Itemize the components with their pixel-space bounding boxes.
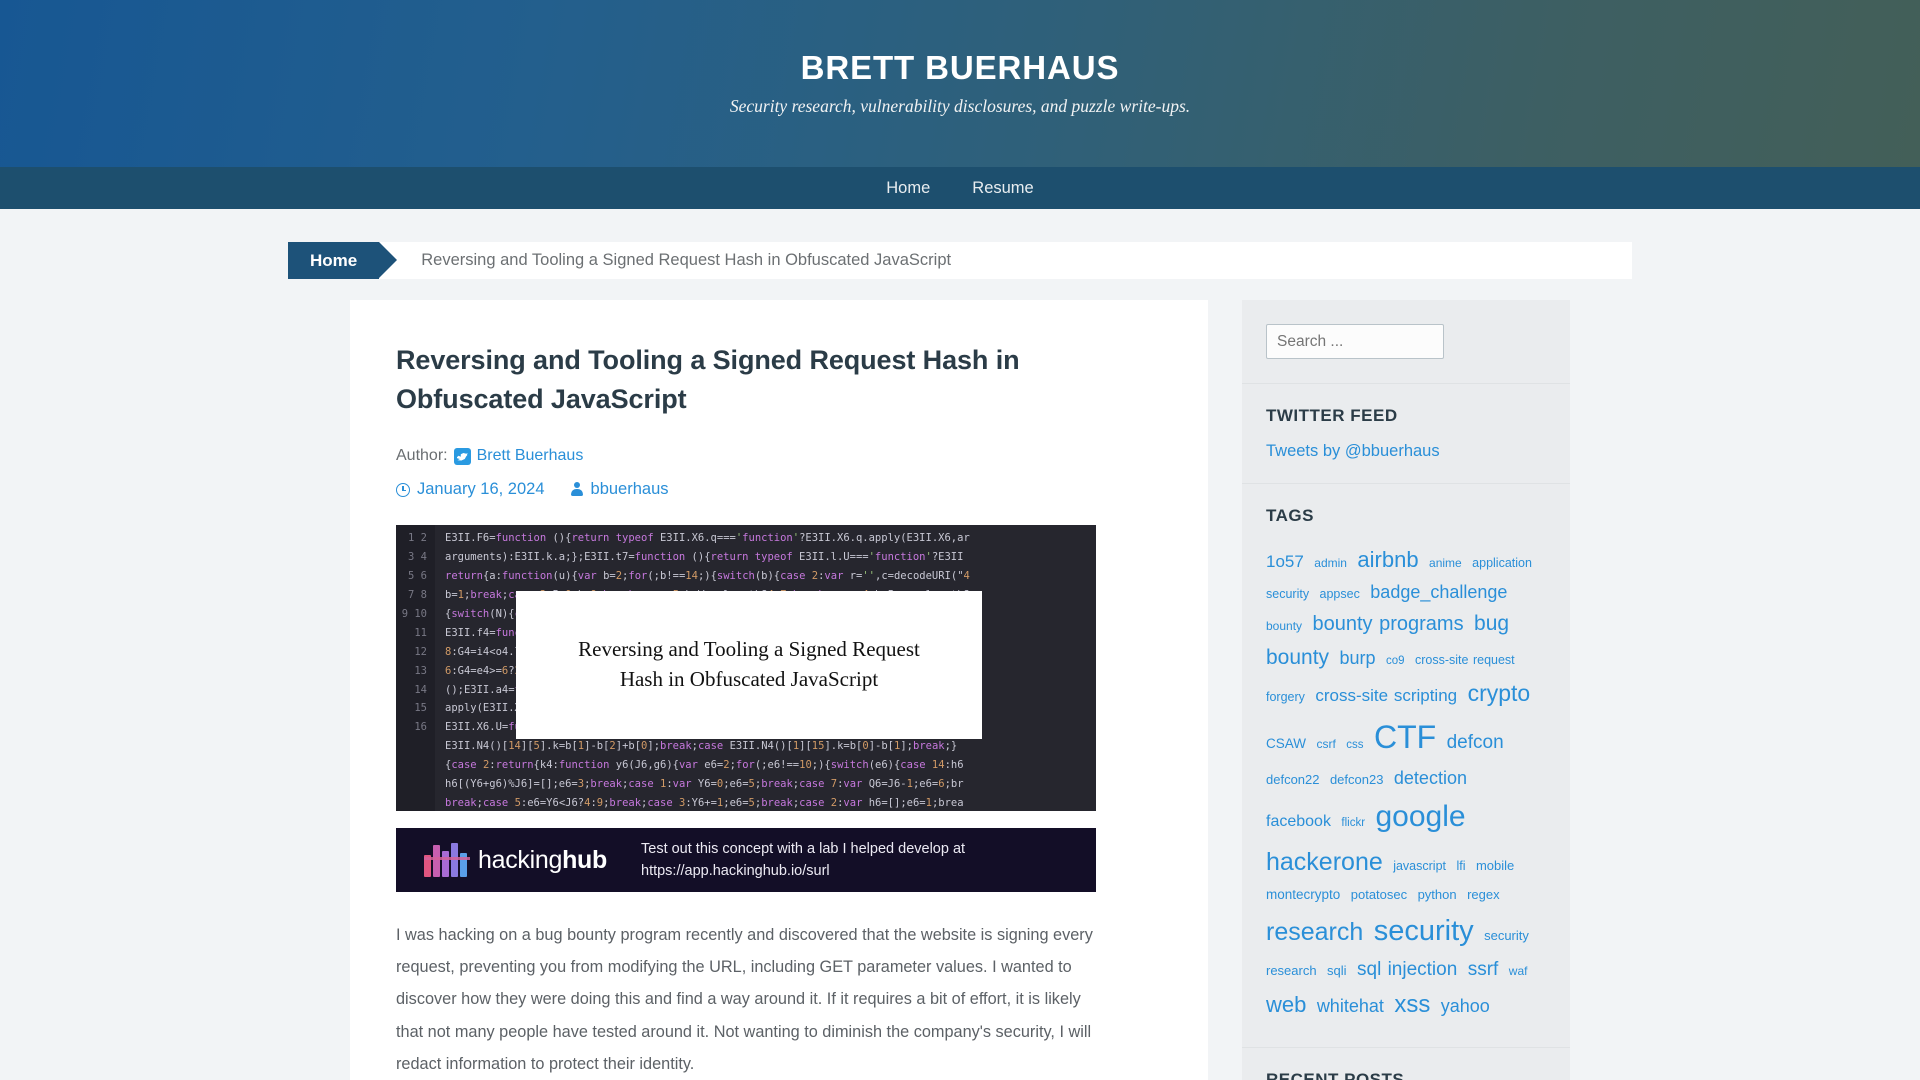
widget-recent-posts: RECENT POSTS Reversing and Tooling a Sig… xyxy=(1242,1047,1570,1080)
tag-link[interactable]: hackerone xyxy=(1266,848,1383,876)
featured-image-title-overlay: Reversing and Tooling a Signed Request H… xyxy=(516,591,982,740)
tag-link[interactable]: defcon22 xyxy=(1266,772,1320,787)
tag-link[interactable]: cross-site scripting xyxy=(1315,686,1457,705)
tag-link[interactable]: python xyxy=(1418,887,1457,902)
author-link[interactable]: Brett Buerhaus xyxy=(477,447,584,465)
widget-title-tags: TAGS xyxy=(1266,506,1314,525)
widget-search xyxy=(1242,300,1570,384)
hackinghub-wordmark: hackinghub xyxy=(478,845,607,874)
promo-line-2: https://app.hackinghub.io/surl xyxy=(641,863,830,880)
tag-link[interactable]: badge_challenge xyxy=(1370,582,1507,602)
tag-link[interactable]: potatosec xyxy=(1351,887,1407,902)
tag-link[interactable]: research xyxy=(1266,918,1363,946)
page-layout: Reversing and Tooling a Signed Request H… xyxy=(0,279,1920,1080)
breadcrumb-item-current: Reversing and Tooling a Signed Request H… xyxy=(379,242,1632,279)
nav-item-home[interactable]: Home xyxy=(886,180,930,197)
tag-cloud: 1o57 admin airbnb anime application secu… xyxy=(1266,542,1546,1025)
twitter-feed-link[interactable]: Tweets by @bbuerhaus xyxy=(1266,442,1440,461)
tag-link[interactable]: defcon xyxy=(1447,732,1504,753)
tag-link[interactable]: detection xyxy=(1394,768,1467,788)
post-author: bbuerhaus xyxy=(571,480,669,499)
tag-link[interactable]: xss xyxy=(1394,991,1430,1018)
hackinghub-logo: hackinghub xyxy=(424,843,607,878)
article: Reversing and Tooling a Signed Request H… xyxy=(350,300,1208,1080)
user-icon xyxy=(571,482,584,497)
hackinghub-promo-text: Test out this concept with a lab I helpe… xyxy=(641,838,965,883)
site-title: BRETT BUERHAUS xyxy=(800,49,1120,87)
search-input[interactable] xyxy=(1266,324,1444,359)
site-header: BRETT BUERHAUS Security research, vulner… xyxy=(0,0,1920,167)
overlay-line-2: Hash in Obfuscated JavaScript xyxy=(619,667,879,692)
clock-icon xyxy=(396,482,410,497)
article-paragraph: I was hacking on a bug bounty program re… xyxy=(396,926,1093,1073)
tag-link[interactable]: ssrf xyxy=(1468,959,1499,980)
breadcrumb: Home Reversing and Tooling a Signed Requ… xyxy=(288,242,1632,279)
tag-link[interactable]: security xyxy=(1374,915,1474,947)
tag-link[interactable]: mobile xyxy=(1476,858,1514,873)
tag-link[interactable]: web xyxy=(1266,992,1306,1017)
code-line-numbers: 1 2 3 4 5 6 7 8 9 10 11 12 13 14 15 16 xyxy=(396,525,435,812)
tag-link[interactable]: CSAW xyxy=(1266,736,1306,751)
hackinghub-promo-banner[interactable]: hackinghub Test out this concept with a … xyxy=(396,828,1096,893)
tag-link[interactable]: regex xyxy=(1467,887,1500,902)
tag-link[interactable]: co9 xyxy=(1386,655,1405,667)
author-line: Author: Brett Buerhaus xyxy=(396,447,1162,465)
tag-link[interactable]: burp xyxy=(1340,648,1376,668)
tag-link[interactable]: crypto xyxy=(1468,680,1531,706)
site-tagline: Security research, vulnerability disclos… xyxy=(729,96,1191,117)
featured-image: 1 2 3 4 5 6 7 8 9 10 11 12 13 14 15 16 E… xyxy=(396,525,1096,812)
tag-link[interactable]: defcon23 xyxy=(1330,772,1384,787)
author-label: Author: xyxy=(396,447,448,465)
tag-link[interactable]: anime xyxy=(1429,556,1462,570)
post-date-link[interactable]: January 16, 2024 xyxy=(417,480,545,499)
tag-link[interactable]: sqli xyxy=(1327,963,1347,978)
tag-link[interactable]: flickr xyxy=(1341,817,1365,829)
breadcrumb-container: Home Reversing and Tooling a Signed Requ… xyxy=(0,209,1920,279)
promo-line-1: Test out this concept with a lab I helpe… xyxy=(641,840,966,857)
widget-twitter-feed: TWITTER FEED Tweets by @bbuerhaus xyxy=(1242,384,1570,484)
widget-title-twitter: TWITTER FEED xyxy=(1266,406,1398,425)
tag-link[interactable]: montecrypto xyxy=(1266,887,1340,902)
tag-link[interactable]: admin xyxy=(1314,556,1347,570)
tag-link[interactable]: CTF xyxy=(1374,719,1436,755)
breadcrumb-item-home[interactable]: Home xyxy=(288,242,398,279)
tag-link[interactable]: sql injection xyxy=(1357,959,1457,980)
tag-link[interactable]: appsec xyxy=(1320,587,1360,601)
nav-item-resume[interactable]: Resume xyxy=(972,180,1033,197)
tag-link[interactable]: facebook xyxy=(1266,813,1331,830)
tag-link[interactable]: javascript xyxy=(1393,859,1446,873)
tag-link[interactable]: google xyxy=(1375,800,1465,833)
post-date: January 16, 2024 xyxy=(396,480,545,499)
main-navigation: Home Resume xyxy=(0,167,1920,209)
hackinghub-mark-icon xyxy=(424,843,470,878)
tag-link[interactable]: waf xyxy=(1509,964,1528,978)
tag-link[interactable]: 1o57 xyxy=(1266,552,1304,571)
sidebar: TWITTER FEED Tweets by @bbuerhaus TAGS 1… xyxy=(1242,300,1570,1080)
widget-title-recent-posts: RECENT POSTS xyxy=(1266,1069,1405,1080)
post-author-link[interactable]: bbuerhaus xyxy=(591,480,669,499)
widget-tags: TAGS 1o57 admin airbnb anime application… xyxy=(1242,484,1570,1048)
post-meta: January 16, 2024 bbuerhaus xyxy=(396,480,1162,499)
twitter-icon xyxy=(453,447,471,465)
tag-link[interactable]: css xyxy=(1346,739,1363,751)
tag-link[interactable]: yahoo xyxy=(1441,996,1490,1016)
overlay-line-1: Reversing and Tooling a Signed Request xyxy=(578,637,920,662)
page-title: Reversing and Tooling a Signed Request H… xyxy=(396,345,1020,415)
tag-link[interactable]: airbnb xyxy=(1357,547,1418,572)
tag-link[interactable]: lfi xyxy=(1456,859,1465,873)
tag-link[interactable]: csrf xyxy=(1316,737,1335,751)
tag-link[interactable]: bounty programs xyxy=(1312,613,1463,635)
tag-link[interactable]: whitehat xyxy=(1317,996,1384,1016)
tag-link[interactable]: bounty xyxy=(1266,619,1302,633)
